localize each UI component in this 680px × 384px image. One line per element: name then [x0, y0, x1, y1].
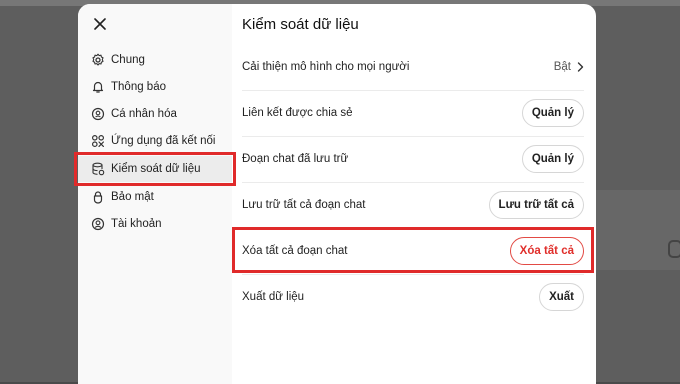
sidebar-item-label: Ứng dụng đã kết nối	[111, 135, 216, 147]
bell-icon	[91, 80, 105, 94]
apps-grid-icon	[91, 134, 105, 148]
settings-content: Kiểm soát dữ liệu Cải thiện mô hình cho …	[232, 4, 596, 384]
setting-row-export-data: Xuất dữ liệu Xuất	[242, 274, 584, 320]
close-button[interactable]	[90, 14, 110, 34]
page-title: Kiểm soát dữ liệu	[242, 16, 359, 33]
sidebar-item-notifications[interactable]: Thông báo	[78, 74, 232, 100]
sidebar-item-account[interactable]: Tài khoản	[78, 211, 232, 237]
setting-label: Đoạn chat đã lưu trữ	[242, 153, 349, 165]
sidebar-item-label: Kiểm soát dữ liệu	[111, 163, 201, 175]
archive-all-button[interactable]: Lưu trữ tất cả	[488, 191, 584, 219]
sidebar-item-security[interactable]: Bảo mật	[78, 184, 232, 210]
sidebar-item-label: Tài khoản	[111, 218, 162, 230]
settings-dialog: Chung Thông báo Cá nhân hóa Ứng dụng đã …	[78, 4, 596, 384]
setting-row-archived-chats: Đoạn chat đã lưu trữ Quản lý	[242, 136, 584, 182]
sidebar-item-connected-apps[interactable]: Ứng dụng đã kết nối	[78, 128, 232, 154]
sidebar-item-label: Thông báo	[111, 81, 166, 93]
export-data-button[interactable]: Xuất	[539, 283, 584, 311]
settings-sidebar: Chung Thông báo Cá nhân hóa Ứng dụng đã …	[78, 4, 232, 384]
sidebar-item-general[interactable]: Chung	[78, 47, 232, 73]
delete-all-button[interactable]: Xóa tất cả	[509, 237, 584, 265]
database-icon	[91, 162, 105, 176]
user-icon	[91, 217, 105, 231]
setting-row-archive-all: Lưu trữ tất cả đoạn chat Lưu trữ tất cả	[242, 182, 584, 228]
setting-label: Xuất dữ liệu	[242, 291, 305, 303]
sidebar-item-data-controls[interactable]: Kiểm soát dữ liệu	[78, 156, 232, 182]
sidebar-item-label: Cá nhân hóa	[111, 108, 177, 120]
setting-label: Lưu trữ tất cả đoạn chat	[242, 199, 366, 211]
manage-archived-chats-button[interactable]: Quản lý	[521, 145, 584, 173]
manage-shared-links-button[interactable]: Quản lý	[521, 99, 584, 127]
setting-row-improve-model: Cải thiện mô hình cho mọi người Bật	[242, 44, 584, 90]
chevron-right-icon	[577, 62, 584, 72]
personalize-icon	[91, 107, 105, 121]
close-icon	[94, 18, 106, 30]
improve-model-toggle[interactable]: Bật	[554, 61, 584, 73]
lock-icon	[91, 190, 105, 204]
sidebar-item-label: Chung	[111, 54, 145, 66]
gear-icon	[91, 53, 105, 67]
sidebar-item-personalization[interactable]: Cá nhân hóa	[78, 101, 232, 127]
sidebar-item-label: Bảo mật	[111, 191, 154, 203]
setting-row-shared-links: Liên kết được chia sẻ Quản lý	[242, 90, 584, 136]
status-value: Bật	[553, 61, 571, 73]
setting-label: Liên kết được chia sẻ	[242, 107, 353, 119]
setting-row-delete-all: Xóa tất cả đoạn chat Xóa tất cả	[242, 228, 584, 274]
setting-label: Xóa tất cả đoạn chat	[242, 245, 348, 257]
background-input-area	[596, 190, 680, 270]
background-mic-icon	[668, 240, 680, 258]
setting-label: Cải thiện mô hình cho mọi người	[242, 61, 410, 73]
